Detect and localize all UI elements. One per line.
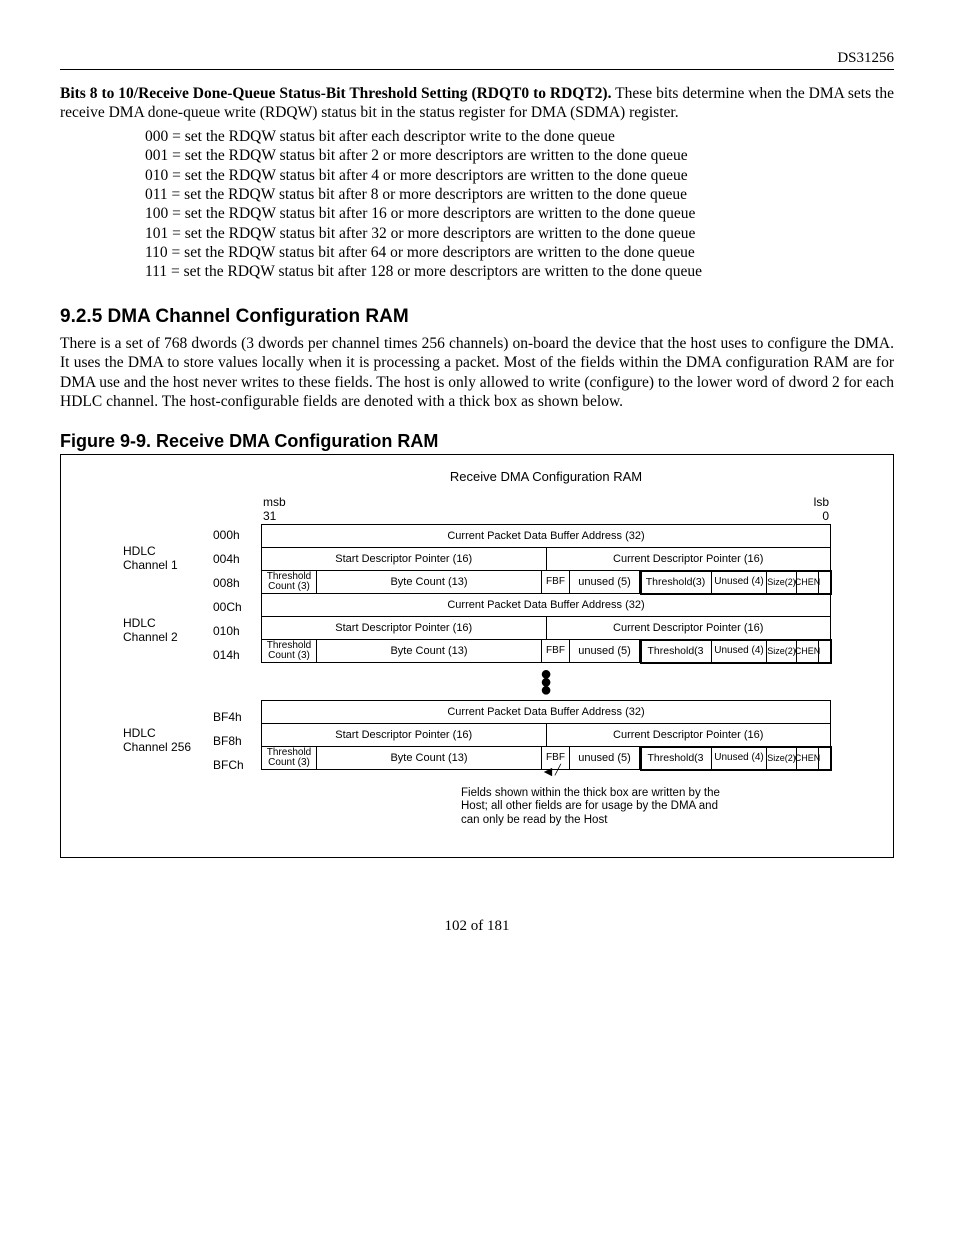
section-heading: 9.2.5 DMA Channel Configuration RAM (60, 306, 894, 328)
bit-row: 011 = set the RDQW status bit after 8 or… (145, 185, 894, 204)
addr-cell: 00Ch (213, 595, 251, 619)
rows-column: Receive DMA Configuration RAM msb 31 lsb… (261, 495, 831, 770)
field-threshold3: Threshold(3 (640, 640, 712, 662)
ram-row: Threshold Count (3) Byte Count (13) FBF … (261, 639, 831, 663)
field-unused5: unused (5) (570, 571, 640, 593)
field-half-b: Current Descriptor Pointer (16) (547, 617, 831, 639)
addr-cell: 014h (213, 643, 251, 667)
field-threshold3: Threshold(3) (640, 571, 712, 593)
ram-row: Threshold Count (3) Byte Count (13) FBF … (261, 570, 831, 594)
field-size2: Size(2) (767, 747, 797, 769)
field-fbf: FBF (542, 640, 570, 662)
ram-row: Start Descriptor Pointer (16) Current De… (261, 547, 831, 571)
field-size2: Size(2) (767, 640, 797, 662)
bit-row: 110 = set the RDQW status bit after 64 o… (145, 243, 894, 262)
field-threshold-count: Threshold Count (3) (262, 571, 317, 593)
addr-cell: 010h (213, 619, 251, 643)
addr-cell: BFCh (213, 753, 251, 777)
field-threshold-count: Threshold Count (3) (262, 747, 317, 769)
field-full: Current Packet Data Buffer Address (32) (262, 701, 830, 723)
bits-section: Bits 8 to 10/Receive Done-Queue Status-B… (60, 84, 894, 123)
arrow-icon: ◄╱ (541, 763, 561, 780)
msb-label: msb (263, 495, 286, 509)
field-ch-en: CHEN (797, 571, 819, 593)
ram-title: Receive DMA Configuration RAM (261, 469, 831, 484)
bit-row: 001 = set the RDQW status bit after 2 or… (145, 146, 894, 165)
field-half-b: Current Descriptor Pointer (16) (547, 548, 831, 570)
msb-bit: 31 (263, 509, 286, 523)
channel-label-l2: Channel 1 (123, 559, 203, 573)
addr-cell: BF8h (213, 729, 251, 753)
field-unused4: Unused (4) (712, 747, 767, 769)
bit-row: 010 = set the RDQW status bit after 4 or… (145, 166, 894, 185)
addr-cell: BF4h (213, 705, 251, 729)
bits-title-bold: Bits 8 to 10/Receive Done-Queue Status-B… (60, 85, 611, 102)
field-unused5: unused (5) (570, 640, 640, 662)
field-size2: Size(2) (767, 571, 797, 593)
addr-cell: 004h (213, 547, 251, 571)
field-threshold3: Threshold(3 (640, 747, 712, 769)
field-half-b: Current Descriptor Pointer (16) (547, 724, 831, 746)
channel-label: HDLC Channel 2 (123, 595, 203, 667)
field-half-a: Start Descriptor Pointer (16) (262, 617, 547, 639)
field-fbf: FBF (542, 571, 570, 593)
addr-cell: 008h (213, 571, 251, 595)
lsb-label: lsb (814, 495, 829, 509)
ram-row: Start Descriptor Pointer (16) Current De… (261, 723, 831, 747)
addr-cell: 000h (213, 523, 251, 547)
channel-labels-column: HDLC Channel 1 HDLC Channel 2 HDLC Chann… (123, 495, 203, 777)
field-half-a: Start Descriptor Pointer (16) (262, 548, 547, 570)
ram-row: Current Packet Data Buffer Address (32) (261, 700, 831, 724)
field-threshold-count: Threshold Count (3) (262, 640, 317, 662)
bit-row: 111 = set the RDQW status bit after 128 … (145, 262, 894, 281)
channel-label-l1: HDLC (123, 545, 203, 559)
field-byte-count: Byte Count (13) (317, 640, 542, 662)
field-full: Current Packet Data Buffer Address (32) (262, 525, 830, 547)
ram-row: Start Descriptor Pointer (16) Current De… (261, 616, 831, 640)
channel-label: HDLC Channel 1 (123, 523, 203, 595)
bit-range-labels: msb 31 lsb 0 (261, 495, 831, 525)
field-unused4: Unused (4) (712, 640, 767, 662)
doc-id-header: DS31256 (60, 50, 894, 70)
bit-row: 000 = set the RDQW status bit after each… (145, 127, 894, 146)
section-paragraph: There is a set of 768 dwords (3 dwords p… (60, 334, 894, 412)
channel-label-l1: HDLC (123, 727, 203, 741)
field-full: Current Packet Data Buffer Address (32) (262, 594, 830, 616)
channel-label: HDLC Channel 256 (123, 705, 203, 777)
field-unused5: unused (5) (570, 747, 640, 769)
ram-wrapper: HDLC Channel 1 HDLC Channel 2 HDLC Chann… (81, 495, 873, 777)
channel-label-l2: Channel 256 (123, 741, 203, 755)
bits-enum-list: 000 = set the RDQW status bit after each… (145, 127, 894, 282)
channel-label-l2: Channel 2 (123, 631, 203, 645)
bit-row: 100 = set the RDQW status bit after 16 o… (145, 204, 894, 223)
bit-row: 101 = set the RDQW status bit after 32 o… (145, 224, 894, 243)
ram-row: Current Packet Data Buffer Address (32) (261, 524, 831, 548)
address-column: 000h 004h 008h 00Ch 010h 014h BF4h BF8h … (213, 495, 251, 777)
field-byte-count: Byte Count (13) (317, 747, 542, 769)
figure-box: HDLC Channel 1 HDLC Channel 2 HDLC Chann… (60, 454, 894, 858)
channel-label-l1: HDLC (123, 617, 203, 631)
figure-note: ◄╱ Fields shown within the thick box are… (461, 787, 721, 827)
lsb-bit: 0 (814, 509, 829, 523)
field-half-a: Start Descriptor Pointer (16) (262, 724, 547, 746)
field-ch-en: CHEN (797, 640, 819, 662)
field-ch-en: CHEN (797, 747, 819, 769)
page-footer: 102 of 181 (60, 918, 894, 935)
ellipsis-dots: ●●● (261, 663, 831, 701)
field-unused4: Unused (4) (712, 571, 767, 593)
figure-title: Figure 9-9. Receive DMA Configuration RA… (60, 431, 894, 452)
figure-note-text: Fields shown within the thick box are wr… (461, 787, 720, 825)
ram-row: Current Packet Data Buffer Address (32) (261, 593, 831, 617)
field-byte-count: Byte Count (13) (317, 571, 542, 593)
